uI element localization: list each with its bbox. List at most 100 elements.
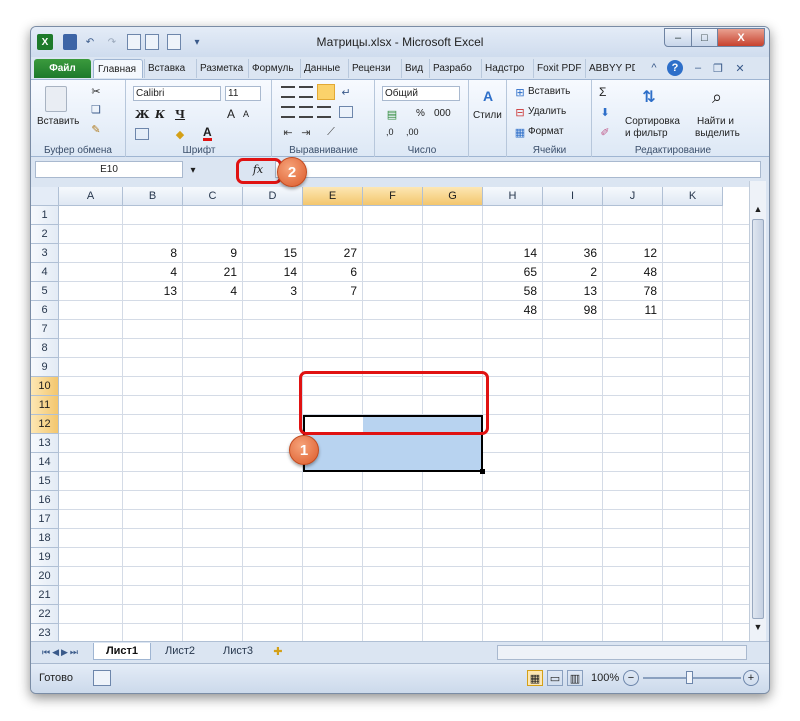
row-header-4[interactable]: 4 [31, 263, 59, 282]
cell-c4[interactable]: 21 [183, 263, 243, 282]
tab-home[interactable]: Главная [93, 59, 143, 78]
orientation-icon[interactable]: ⟋ [323, 126, 339, 138]
copy-icon[interactable]: ❏ [89, 102, 103, 116]
name-box-dropdown-icon[interactable]: ▾ [187, 163, 199, 177]
underline-button[interactable]: Ч [175, 108, 185, 121]
column-header-d[interactable]: D [243, 187, 303, 206]
sheet-nav-icon[interactable]: ⏮◀▶⏭ [37, 645, 85, 659]
accounting-format-icon[interactable]: ▤ [384, 107, 400, 121]
tab-foxit-pdf[interactable]: Foxit PDF [533, 59, 585, 78]
shrink-font-button[interactable]: A [243, 109, 249, 119]
cell-h6[interactable]: 48 [483, 301, 543, 320]
cell-d5[interactable]: 3 [243, 282, 303, 301]
italic-button[interactable]: К [155, 108, 165, 121]
align-center-icon[interactable] [299, 106, 313, 118]
sheet-tab-2[interactable]: Лист2 [151, 643, 209, 660]
styles-button[interactable]: Стили [473, 110, 502, 121]
align-left-icon[interactable] [281, 106, 295, 118]
bold-button[interactable]: Ж [135, 108, 149, 121]
vertical-scrollbar[interactable]: ▲ ▼ [749, 181, 766, 641]
ribbon-minimize-icon[interactable]: ^ [647, 60, 661, 76]
cell-i4[interactable]: 2 [543, 263, 603, 282]
column-header-i[interactable]: I [543, 187, 603, 206]
borders-icon[interactable] [135, 128, 149, 140]
cell-d3[interactable]: 15 [243, 244, 303, 263]
tab-page-layout[interactable]: Разметка [196, 59, 248, 78]
paste-button[interactable]: Вставить [37, 116, 79, 127]
cut-icon[interactable]: ✂ [89, 84, 103, 98]
row-header-6[interactable]: 6 [31, 301, 59, 320]
normal-view-icon[interactable]: ▦ [527, 670, 543, 686]
page-break-view-icon[interactable]: ▥ [567, 670, 583, 686]
column-header-j[interactable]: J [603, 187, 663, 206]
sort-filter-icon[interactable]: ⇅ [637, 84, 661, 110]
name-box[interactable]: E10 [35, 161, 183, 178]
row-header-9[interactable]: 9 [31, 358, 59, 377]
cell-j4[interactable]: 48 [603, 263, 663, 282]
row-header-2[interactable]: 2 [31, 225, 59, 244]
font-name-select[interactable]: Calibri [133, 86, 221, 101]
column-header-f[interactable]: F [363, 187, 423, 206]
insert-cells-button[interactable]: Вставить [528, 86, 570, 97]
cell-c5[interactable]: 4 [183, 282, 243, 301]
format-painter-icon[interactable]: ✎ [89, 122, 103, 136]
doc-restore-icon[interactable]: ❐ [711, 60, 725, 76]
format-cells-icon[interactable]: ▦ [514, 126, 526, 139]
align-right-icon[interactable] [317, 106, 331, 118]
increase-indent-icon[interactable]: ⇥ [299, 126, 313, 139]
insert-cells-icon[interactable]: ⊞ [514, 86, 526, 99]
cell-h5[interactable]: 58 [483, 282, 543, 301]
row-header-5[interactable]: 5 [31, 282, 59, 301]
row-header-3[interactable]: 3 [31, 244, 59, 263]
decrease-decimal-button[interactable]: ,00 [406, 127, 419, 137]
doc-close-icon[interactable]: ✕ [733, 60, 747, 76]
tab-developer[interactable]: Разрабо [429, 59, 481, 78]
font-color-button[interactable]: A [203, 126, 212, 141]
formula-input[interactable] [275, 161, 761, 178]
help-icon[interactable]: ? [667, 60, 683, 76]
row-header-22[interactable]: 22 [31, 605, 59, 624]
row-header-15[interactable]: 15 [31, 472, 59, 491]
cell-e5[interactable]: 7 [303, 282, 363, 301]
minimize-button[interactable]: – [664, 28, 692, 47]
clear-icon[interactable]: ✐ [599, 126, 611, 139]
row-header-12[interactable]: 12 [31, 415, 59, 434]
fill-handle[interactable] [480, 469, 485, 474]
tab-file[interactable]: Файл [34, 59, 91, 78]
row-header-14[interactable]: 14 [31, 453, 59, 472]
tab-review[interactable]: Рецензи [348, 59, 401, 78]
tab-data[interactable]: Данные [300, 59, 348, 78]
scroll-up-icon[interactable]: ▲ [752, 203, 764, 215]
macro-record-icon[interactable] [93, 670, 111, 686]
wrap-text-icon[interactable]: ↵ [339, 86, 353, 99]
page-layout-view-icon[interactable]: ▭ [547, 670, 563, 686]
tab-formulas[interactable]: Формуль [248, 59, 300, 78]
row-header-13[interactable]: 13 [31, 434, 59, 453]
tab-addins[interactable]: Надстро [481, 59, 533, 78]
sheet-tab-3[interactable]: Лист3 [209, 643, 267, 660]
column-header-k[interactable]: K [663, 187, 723, 206]
cell-d4[interactable]: 14 [243, 263, 303, 282]
cell-b3[interactable]: 8 [123, 244, 183, 263]
maximize-button[interactable]: □ [691, 28, 718, 47]
row-header-17[interactable]: 17 [31, 510, 59, 529]
row-header-16[interactable]: 16 [31, 491, 59, 510]
row-header-21[interactable]: 21 [31, 586, 59, 605]
scroll-down-icon[interactable]: ▼ [752, 621, 764, 633]
fill-color-icon[interactable]: ◆ [173, 127, 187, 141]
doc-minimize-icon[interactable]: – [691, 60, 705, 76]
column-header-g[interactable]: G [423, 187, 483, 206]
delete-cells-button[interactable]: Удалить [528, 106, 566, 117]
tab-insert[interactable]: Вставка [144, 59, 196, 78]
tab-view[interactable]: Вид [401, 59, 429, 78]
cell-e4[interactable]: 6 [303, 263, 363, 282]
column-header-h[interactable]: H [483, 187, 543, 206]
cell-j5[interactable]: 78 [603, 282, 663, 301]
autosum-button[interactable]: Σ [599, 85, 606, 99]
row-header-19[interactable]: 19 [31, 548, 59, 567]
cell-i5[interactable]: 13 [543, 282, 603, 301]
paste-icon[interactable] [45, 86, 67, 112]
row-header-10[interactable]: 10 [31, 377, 59, 396]
decrease-indent-icon[interactable]: ⇤ [281, 126, 295, 139]
thousands-button[interactable]: 000 [434, 108, 451, 119]
